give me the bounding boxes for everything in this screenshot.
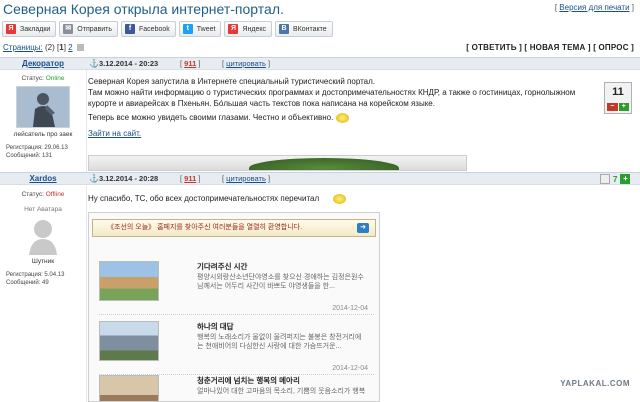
news-title: 기다려주신 시간 [197, 262, 248, 271]
avatar[interactable] [16, 86, 70, 128]
share-tweet-button[interactable]: t Tweet [178, 21, 222, 37]
twitter-icon: t [182, 24, 193, 34]
quote-button[interactable]: [ цитировать ] [222, 59, 270, 68]
mail-icon: ✉ [63, 24, 74, 34]
post-number[interactable]: [ 911 ] [180, 174, 200, 183]
avatar[interactable] [23, 215, 63, 255]
anchor-icon[interactable]: ⚓ [89, 174, 99, 183]
user-stats: Регистрация: 29.06.13 Сообщений: 131 [6, 145, 68, 159]
pages-menu-icon[interactable] [76, 44, 84, 52]
title-bar: Северная Корея открыла интернет-портал. … [0, 0, 640, 18]
news-date: 2014-12-04 [332, 305, 368, 312]
post-body: Ну спасибо, ТС, обо всех достопримечател… [88, 193, 588, 204]
post-text-line: Северная Корея запустила в Интернете спе… [88, 77, 375, 86]
post-image [88, 155, 467, 171]
user-status: Статус: Online [21, 75, 65, 82]
arrow-icon: ➜ [357, 223, 369, 233]
news-date: 2014-12-04 [332, 365, 368, 372]
post-text-line: Ну спасибо, ТС, обо всех достопримечател… [88, 193, 588, 204]
rating-minus-button[interactable]: − [607, 103, 618, 111]
post-author[interactable]: Xardos [0, 174, 86, 183]
share-vk-button[interactable]: В ВКонтакте [275, 21, 333, 37]
pagination: Страницы: (2) [1] 2 [3, 43, 84, 52]
page-title: Северная Корея открыла интернет-портал. [3, 1, 284, 17]
reply-button[interactable]: [ ОТВЕТИТЬ ] [466, 43, 522, 52]
news-title: 하나의 대답 [197, 322, 234, 331]
vk-icon: В [279, 24, 289, 34]
post-user-info: Статус: Offline Нет Аватара Шутник Регис… [0, 191, 86, 287]
post-rating: 7 + [600, 174, 631, 184]
share-yandex-button[interactable]: Я Яндекс [224, 21, 272, 37]
user-title: Шутник [31, 258, 55, 265]
rating-value: 7 [613, 174, 618, 184]
share-bookmarks-button[interactable]: Я Закладки [2, 21, 57, 37]
share-facebook-button[interactable]: f Facebook [121, 21, 176, 37]
post-text-line: Там можно найти информацию о туристическ… [88, 88, 576, 108]
page-2-link[interactable]: 2 [68, 43, 72, 52]
poll-button[interactable]: [ ОПРОС ] [593, 43, 634, 52]
yandex-icon: Я [228, 24, 239, 34]
site-watermark: YAPLAKAL.COM [560, 379, 630, 388]
post-header: Декоратор ⚓ 3.12.2014 - 20:23 [ 911 ] [ … [0, 57, 640, 70]
news-text: 평양시외랑산소년단야영소를 찾으신 경애하는 김정은원수님께서는 어두리 사간이… [197, 274, 364, 290]
new-topic-button[interactable]: [ НОВАЯ ТЕМА ] [524, 43, 590, 52]
post-date: 3.12.2014 - 20:28 [99, 174, 159, 183]
post-author[interactable]: Декоратор [0, 59, 86, 68]
post-divider [86, 70, 87, 173]
news-thumbnail [99, 261, 159, 301]
anchor-icon[interactable]: ⚓ [89, 59, 99, 68]
embedded-site-screenshot: 《조선의 오늘》 홈페지를 찾아주신 여러분들을 열렬히 환영합니다. ➜ 기다… [88, 212, 380, 402]
quote-button[interactable]: [ цитировать ] [222, 174, 270, 183]
share-send-button[interactable]: ✉ Отправить [59, 21, 119, 37]
user-stats: Регистрация: 5.04.13 Сообщений: 49 [6, 272, 65, 286]
post-text-line: Теперь все можно увидеть своими глазами.… [88, 112, 588, 123]
smiley-icon [333, 193, 347, 204]
rating-value: 11 [612, 86, 624, 98]
pages-label[interactable]: Страницы: [3, 43, 43, 52]
smiley-icon [336, 112, 350, 123]
post-number[interactable]: [ 911 ] [180, 59, 200, 68]
news-thumbnail [99, 321, 159, 361]
visit-site-link[interactable]: Зайти на сайт. [88, 129, 141, 138]
rating-plus-button[interactable]: + [620, 174, 631, 184]
user-status: Статус: Offline [21, 191, 65, 198]
no-avatar-label: Нет Аватара [24, 206, 62, 213]
news-text: 얼마나있어 대한 고마움의 목소리, 기쁨의 웃음소리가 행복 [197, 388, 366, 395]
post-body: Северная Корея запустила в Интернете спе… [88, 76, 588, 139]
news-text: 행복의 노래소리가 울없이 울려퍼지는 불봉은 창전거리에는 천애비어의 다심한… [197, 334, 362, 350]
yandex-bookmark-icon: Я [6, 24, 16, 34]
rating-minus-button[interactable] [600, 174, 610, 184]
facebook-icon: f [125, 24, 136, 34]
post-rating: 11 − + [604, 82, 632, 114]
news-title: 청춘거리에 넘치는 행복의 메아리 [197, 376, 300, 385]
site-welcome-banner: 《조선의 오늘》 홈페지를 찾아주신 여러분들을 열렬히 환영합니다. ➜ [92, 219, 376, 237]
post-user-info: Статус: Online лейсатель про заек Регист… [0, 75, 86, 160]
print-version-label[interactable]: Версия для печати [559, 3, 629, 12]
print-version-link[interactable]: [ Версия для печати ] [555, 3, 634, 12]
image-tree-shape [249, 158, 399, 170]
thinker-statue-icon [17, 87, 69, 127]
post-date: 3.12.2014 - 20:23 [99, 59, 159, 68]
rating-plus-button[interactable]: + [618, 103, 629, 111]
news-thumbnail [99, 375, 159, 401]
topic-actions: [ ОТВЕТИТЬ ] [ НОВАЯ ТЕМА ] [ ОПРОС ] [466, 43, 634, 52]
share-bar: Я Закладки ✉ Отправить f Facebook t Tweet ЯЯ… [2, 21, 333, 37]
default-avatar-icon [29, 220, 57, 255]
post-header: Xardos ⚓ 3.12.2014 - 20:28 [ 911 ] [ цит… [0, 172, 640, 185]
page-current: 1 [59, 43, 64, 52]
post-divider [86, 186, 87, 402]
user-title: лейсатель про заек [13, 131, 73, 138]
